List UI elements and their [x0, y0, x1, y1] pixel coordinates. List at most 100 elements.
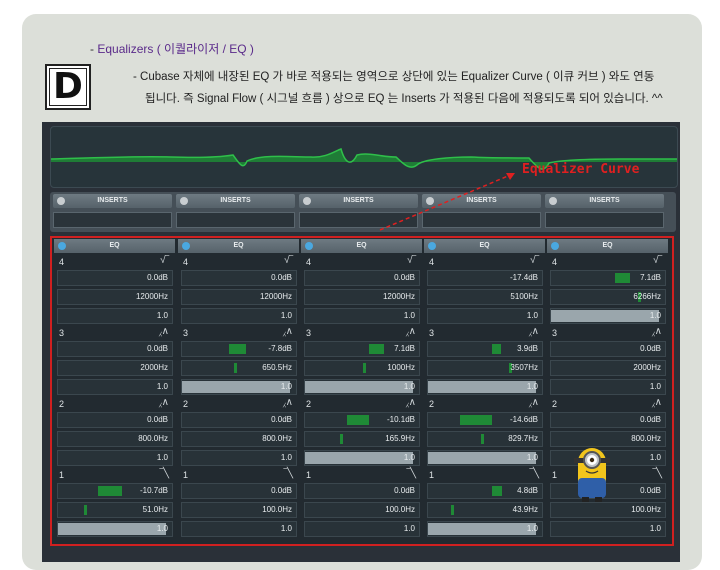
gain-field[interactable]: 0.0dB — [181, 412, 297, 428]
eq-header[interactable]: EQ — [301, 239, 422, 253]
gain-field[interactable]: 0.0dB — [304, 270, 420, 286]
gain-field[interactable]: 0.0dB — [550, 341, 666, 357]
q-field[interactable]: 1.0 — [181, 308, 297, 324]
frequency-value: 43.9Hz — [512, 505, 538, 514]
peak-icon[interactable]: ⁁∧ — [406, 397, 416, 408]
gain-field[interactable]: -14.6dB — [427, 412, 543, 428]
shelf-high-icon[interactable]: √‾ — [407, 255, 416, 266]
peak-icon[interactable]: ⁁∧ — [283, 326, 293, 337]
frequency-field[interactable]: 12000Hz — [57, 289, 173, 305]
q-value: 1.0 — [403, 382, 415, 391]
frequency-field[interactable]: 1000Hz — [304, 360, 420, 376]
eq-bypass-icon[interactable] — [551, 242, 559, 250]
eq-bypass-icon[interactable] — [305, 242, 313, 250]
gain-field[interactable]: 0.0dB — [181, 483, 297, 499]
q-field[interactable]: 1.0 — [427, 521, 543, 537]
gain-field[interactable]: -10.7dB — [57, 483, 173, 499]
gain-value: -10.1dB — [386, 415, 415, 424]
gain-field[interactable]: 0.0dB — [181, 270, 297, 286]
q-field[interactable]: 1.0 — [427, 379, 543, 395]
frequency-field[interactable]: 800.0Hz — [181, 431, 297, 447]
q-field[interactable]: 1.0 — [181, 379, 297, 395]
q-field[interactable]: 1.0 — [57, 379, 173, 395]
gain-fill — [491, 486, 503, 496]
frequency-field[interactable]: 12000Hz — [181, 289, 297, 305]
band-number: 1 — [59, 470, 65, 480]
gain-field[interactable]: 7.1dB — [304, 341, 420, 357]
eq-header[interactable]: EQ — [424, 239, 545, 253]
peak-icon[interactable]: ⁁∧ — [652, 326, 662, 337]
q-field[interactable]: 1.0 — [181, 521, 297, 537]
frequency-field[interactable]: 100.0Hz — [550, 502, 666, 518]
peak-icon[interactable]: ⁁∧ — [529, 397, 539, 408]
shelf-low-icon[interactable]: ‾╲ — [407, 468, 416, 479]
eq-band-1: 1 ‾╲ 0.0dB 100.0Hz 1.0 — [178, 466, 299, 537]
q-field[interactable]: 1.0 — [427, 308, 543, 324]
q-field[interactable]: 1.0 — [57, 521, 173, 537]
gain-fill — [98, 486, 122, 496]
shelf-low-icon[interactable]: ‾╲ — [160, 468, 169, 479]
q-field[interactable]: 1.0 — [304, 521, 420, 537]
frequency-field[interactable]: 100.0Hz — [304, 502, 420, 518]
shelf-high-icon[interactable]: √‾ — [284, 255, 293, 266]
frequency-field[interactable]: 165.9Hz — [304, 431, 420, 447]
eq-header[interactable]: EQ — [178, 239, 299, 253]
eq-bypass-icon[interactable] — [428, 242, 436, 250]
eq-header[interactable]: EQ — [547, 239, 668, 253]
peak-icon[interactable]: ⁁∧ — [529, 326, 539, 337]
q-field[interactable]: 1.0 — [550, 379, 666, 395]
frequency-field[interactable]: 2000Hz — [57, 360, 173, 376]
peak-icon[interactable]: ⁁∧ — [406, 326, 416, 337]
frequency-field[interactable]: 2000Hz — [550, 360, 666, 376]
gain-field[interactable]: 0.0dB — [57, 270, 173, 286]
shelf-low-icon[interactable]: ‾╲ — [530, 468, 539, 479]
frequency-field[interactable]: 650.5Hz — [181, 360, 297, 376]
gain-field[interactable]: 0.0dB — [57, 341, 173, 357]
shelf-low-icon[interactable]: ‾╲ — [284, 468, 293, 479]
frequency-field[interactable]: 43.9Hz — [427, 502, 543, 518]
gain-field[interactable]: 0.0dB — [550, 412, 666, 428]
shelf-high-icon[interactable]: √‾ — [160, 255, 169, 266]
shelf-high-icon[interactable]: √‾ — [653, 255, 662, 266]
q-field[interactable]: 1.0 — [550, 308, 666, 324]
gain-field[interactable]: 0.0dB — [57, 412, 173, 428]
frequency-value: 51.0Hz — [142, 505, 168, 514]
q-field[interactable]: 1.0 — [304, 450, 420, 466]
shelf-low-icon[interactable]: ‾╲ — [653, 468, 662, 479]
frequency-field[interactable]: 3507Hz — [427, 360, 543, 376]
gain-field[interactable]: 0.0dB — [304, 483, 420, 499]
gain-field[interactable]: -17.4dB — [427, 270, 543, 286]
gain-field[interactable]: -7.8dB — [181, 341, 297, 357]
q-field[interactable]: 1.0 — [550, 521, 666, 537]
gain-value: 0.0dB — [271, 415, 292, 424]
eq-header[interactable]: EQ — [54, 239, 175, 253]
gain-field[interactable]: 4.8dB — [427, 483, 543, 499]
peak-icon[interactable]: ⁁∧ — [652, 397, 662, 408]
q-field[interactable]: 1.0 — [304, 379, 420, 395]
q-field[interactable]: 1.0 — [57, 450, 173, 466]
q-field[interactable]: 1.0 — [304, 308, 420, 324]
gain-field[interactable]: 3.9dB — [427, 341, 543, 357]
frequency-field[interactable]: 12000Hz — [304, 289, 420, 305]
peak-icon[interactable]: ⁁∧ — [159, 326, 169, 337]
eq-bypass-icon[interactable] — [182, 242, 190, 250]
eq-label: EQ — [109, 242, 120, 249]
frequency-field[interactable]: 100.0Hz — [181, 502, 297, 518]
frequency-field[interactable]: 51.0Hz — [57, 502, 173, 518]
shelf-high-icon[interactable]: √‾ — [530, 255, 539, 266]
eq-channel-4: EQ 4 √‾ -17.4dB 5100Hz 1.0 3 ⁁∧ 3.9dB 3507Hz 1.0 2 ⁁… — [424, 239, 545, 543]
eq-bypass-icon[interactable] — [58, 242, 66, 250]
frequency-field[interactable]: 829.7Hz — [427, 431, 543, 447]
q-field[interactable]: 1.0 — [181, 450, 297, 466]
q-value: 1.0 — [280, 524, 292, 533]
peak-icon[interactable]: ⁁∧ — [159, 397, 169, 408]
frequency-field[interactable]: 6266Hz — [550, 289, 666, 305]
q-field[interactable]: 1.0 — [427, 450, 543, 466]
frequency-field[interactable]: 800.0Hz — [57, 431, 173, 447]
gain-field[interactable]: 7.1dB — [550, 270, 666, 286]
q-field[interactable]: 1.0 — [57, 308, 173, 324]
gain-field[interactable]: -10.1dB — [304, 412, 420, 428]
frequency-field[interactable]: 5100Hz — [427, 289, 543, 305]
peak-icon[interactable]: ⁁∧ — [283, 397, 293, 408]
eq-band-4: 4 √‾ 0.0dB 12000Hz 1.0 — [54, 253, 175, 324]
